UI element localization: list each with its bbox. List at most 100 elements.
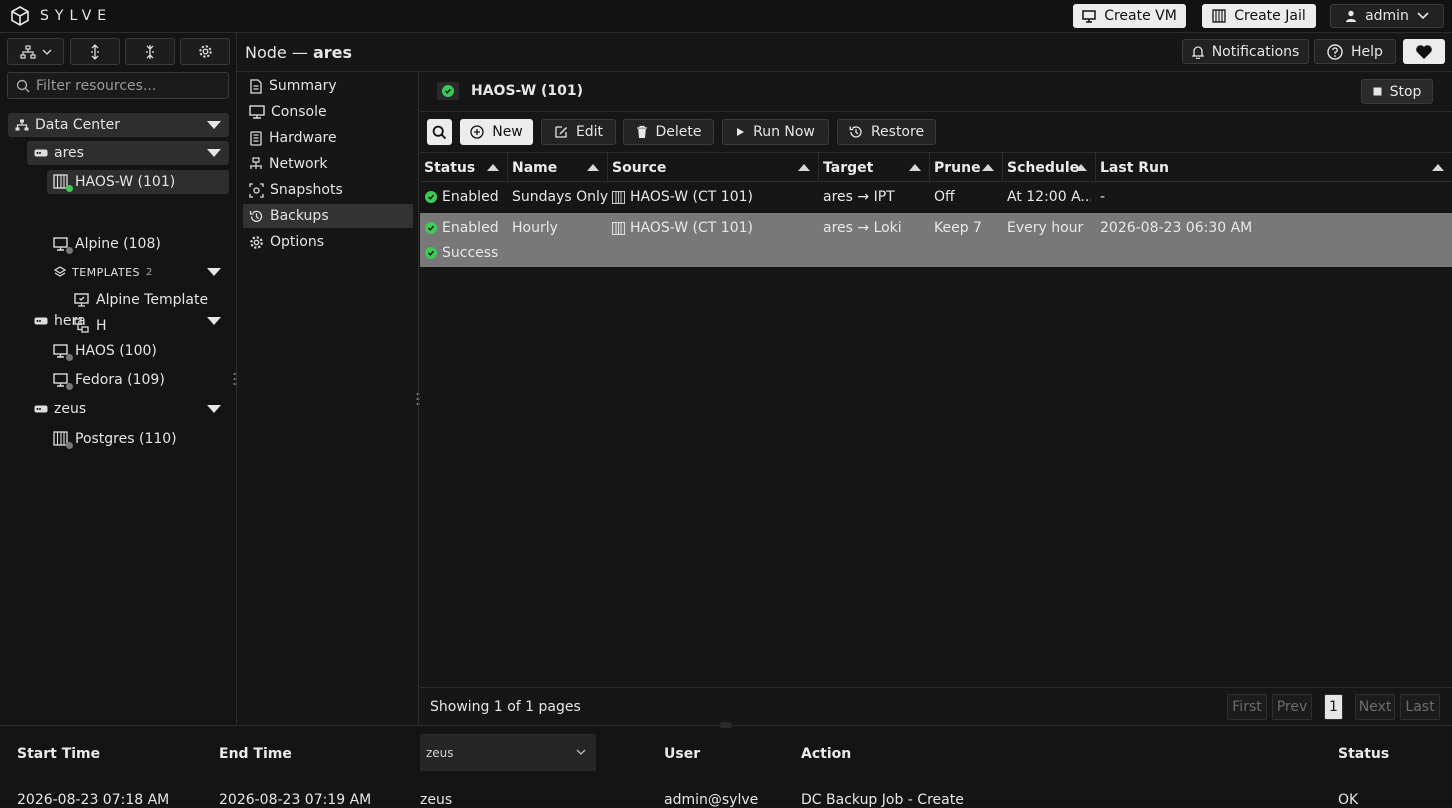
nav-hardware[interactable]: Hardware xyxy=(243,126,413,150)
server-icon xyxy=(34,405,48,413)
donate-button[interactable] xyxy=(1403,39,1445,64)
table-row[interactable]: Enabled Sundays Only HAOS-W (CT 101) are… xyxy=(420,182,1452,213)
col-target[interactable]: Target xyxy=(819,153,930,182)
tree-item-node-zeus[interactable]: zeus xyxy=(27,397,229,421)
nav-backups[interactable]: Backups xyxy=(243,204,413,228)
user-menu-button[interactable]: admin xyxy=(1330,4,1444,28)
col-label: Source xyxy=(612,159,667,176)
node-filter-select[interactable]: zeus xyxy=(420,734,596,771)
nav-label: Snapshots xyxy=(270,182,343,198)
help-button[interactable]: Help xyxy=(1314,39,1396,64)
sort-asc-icon[interactable] xyxy=(1432,164,1444,171)
stop-button[interactable]: Stop xyxy=(1361,79,1433,104)
tree-item-templates[interactable]: TEMPLATES 2 xyxy=(47,260,229,284)
nav-options[interactable]: Options xyxy=(243,230,413,254)
pagination-bar: Showing 1 of 1 pages First Prev 1 Next L… xyxy=(420,687,1452,725)
first-page-button[interactable]: First xyxy=(1227,694,1267,720)
running-status-badge xyxy=(437,82,459,100)
nav-summary[interactable]: Summary xyxy=(243,74,413,98)
create-jail-button[interactable]: Create Jail xyxy=(1202,4,1316,28)
tree-view-toggle-button[interactable] xyxy=(7,38,64,65)
filter-resources-field[interactable] xyxy=(7,72,229,99)
notifications-button[interactable]: Notifications xyxy=(1182,39,1309,64)
new-backup-button[interactable]: New xyxy=(460,119,533,145)
restore-button[interactable]: Restore xyxy=(837,119,936,145)
sort-asc-icon[interactable] xyxy=(487,164,499,171)
status-cell: Enabled xyxy=(425,189,499,205)
status-cell: Enabled xyxy=(425,220,499,236)
col-last-run[interactable]: Last Run xyxy=(1096,153,1452,182)
tree-item-fedora-109[interactable]: Fedora (109) xyxy=(47,368,229,392)
target-cell: ares → IPT xyxy=(823,189,895,205)
plus-circle-icon xyxy=(470,125,484,139)
source-cell: HAOS-W (CT 101) xyxy=(612,189,753,205)
col-prune[interactable]: Prune xyxy=(930,153,1003,182)
task-log-panel: Start Time End Time zeus User Action Sta… xyxy=(0,722,1452,808)
col-user[interactable]: User xyxy=(664,746,700,762)
nav-network[interactable]: Network xyxy=(243,152,413,176)
sort-asc-icon[interactable] xyxy=(1075,164,1087,171)
sort-asc-icon[interactable] xyxy=(982,164,994,171)
expand-all-button[interactable] xyxy=(70,38,120,65)
sort-asc-icon[interactable] xyxy=(798,164,810,171)
col-source[interactable]: Source xyxy=(608,153,819,182)
caret-down-icon[interactable] xyxy=(207,405,221,413)
sort-asc-icon[interactable] xyxy=(909,164,921,171)
col-status[interactable]: Status xyxy=(1338,746,1389,762)
create-vm-label: Create VM xyxy=(1104,8,1177,24)
sort-asc-icon[interactable] xyxy=(587,164,599,171)
edit-backup-button[interactable]: Edit xyxy=(541,119,616,145)
create-vm-button[interactable]: Create VM xyxy=(1073,4,1186,28)
caret-down-icon[interactable] xyxy=(207,121,221,129)
col-status[interactable]: Status xyxy=(420,153,508,182)
heart-icon xyxy=(1415,44,1433,60)
next-page-button[interactable]: Next xyxy=(1355,694,1395,720)
search-icon xyxy=(16,79,30,93)
restore-label: Restore xyxy=(870,124,925,140)
tree-item-alpine-108[interactable]: Alpine (108) xyxy=(47,232,229,256)
node-header: Node — ares Notifications Help xyxy=(237,33,1452,72)
collapse-all-button[interactable] xyxy=(125,38,175,65)
col-action[interactable]: Action xyxy=(801,746,851,762)
templates-label: TEMPLATES xyxy=(72,265,140,279)
tree-item-datacenter[interactable]: Data Center xyxy=(8,113,229,137)
jail-icon xyxy=(53,431,73,449)
nav-console[interactable]: Console xyxy=(243,100,413,124)
caret-down-icon[interactable] xyxy=(207,317,221,325)
run-now-button[interactable]: Run Now xyxy=(722,119,829,145)
search-icon xyxy=(432,125,447,140)
brand[interactable]: SYLVE xyxy=(10,6,112,26)
tree-item-node-ares[interactable]: ares xyxy=(27,141,229,165)
document-icon xyxy=(249,78,263,94)
server-icon xyxy=(34,317,48,325)
monitor-icon xyxy=(53,237,73,254)
tree-item-postgres-110[interactable]: Postgres (110) xyxy=(47,427,229,451)
tree-item-label: ares xyxy=(54,145,84,161)
tree-settings-button[interactable] xyxy=(180,38,230,65)
nav-label: Summary xyxy=(269,78,337,94)
caret-down-icon[interactable] xyxy=(207,149,221,157)
last-page-button[interactable]: Last xyxy=(1400,694,1440,720)
tree-item-node-hera[interactable]: hera xyxy=(27,309,229,333)
history-icon xyxy=(849,125,863,139)
tree-item-label: HAOS (100) xyxy=(75,343,157,359)
nav-label: Options xyxy=(270,234,325,250)
table-row[interactable]: Enabled Success Hourly HAOS-W (CT 101) a… xyxy=(420,213,1452,267)
search-button[interactable] xyxy=(427,119,452,145)
col-start-time[interactable]: Start Time xyxy=(17,746,100,762)
caret-down-icon[interactable] xyxy=(207,268,221,276)
col-schedule[interactable]: Schedule xyxy=(1003,153,1096,182)
task-log-resize-handle[interactable] xyxy=(720,722,732,728)
col-end-time[interactable]: End Time xyxy=(219,746,292,762)
page-1-button[interactable]: 1 xyxy=(1324,694,1343,720)
delete-backup-button[interactable]: Delete xyxy=(623,119,714,145)
nav-snapshots[interactable]: Snapshots xyxy=(243,178,413,202)
jail-icon xyxy=(1212,9,1226,23)
tree-item-haos-w-101[interactable]: HAOS-W (101) xyxy=(47,170,229,194)
tree-item-haos-100[interactable]: HAOS (100) xyxy=(47,339,229,363)
filter-resources-input[interactable] xyxy=(36,77,216,94)
prev-page-button[interactable]: Prev xyxy=(1272,694,1312,720)
hardware-icon xyxy=(249,130,263,146)
col-name[interactable]: Name xyxy=(508,153,608,182)
schedule-cell: Every hour xyxy=(1007,220,1084,236)
